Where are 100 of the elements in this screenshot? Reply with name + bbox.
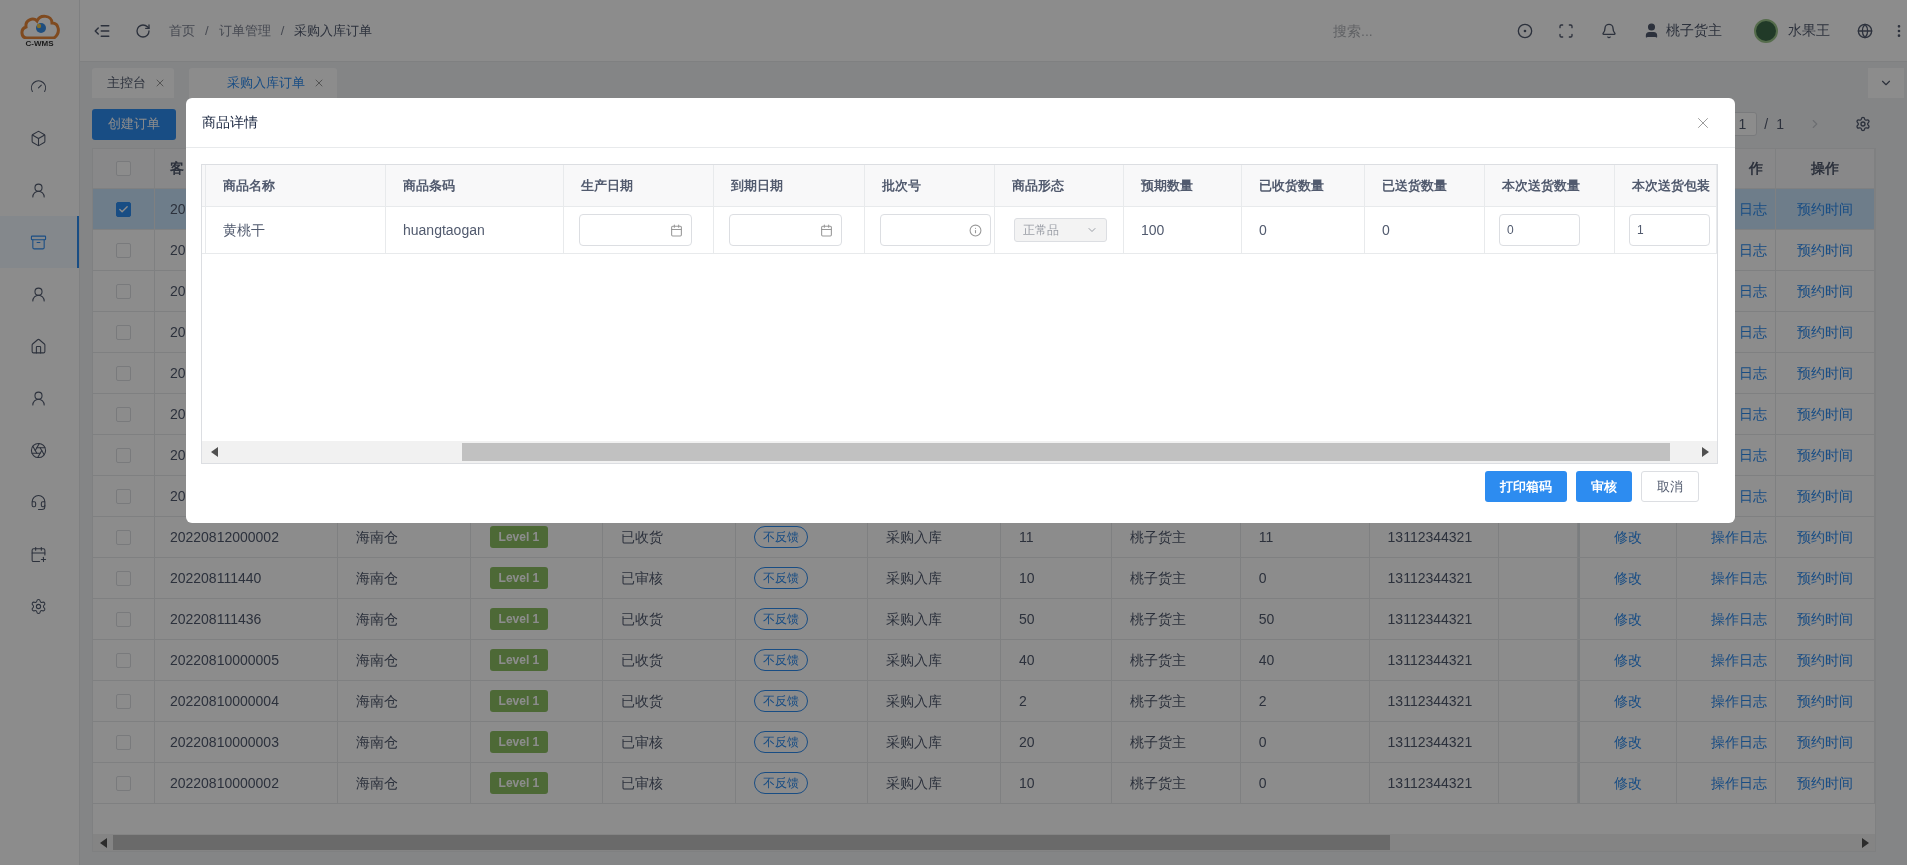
log-link[interactable]: 日志 (1739, 485, 1768, 507)
cell-text: 已收货 (620, 609, 664, 629)
logo-text: C-WMS (25, 39, 54, 48)
scroll-left-icon[interactable] (210, 447, 218, 457)
cell-text: 已收货 (620, 691, 664, 711)
table-row[interactable]: 20220810000003 海南仓 Level 1 已审核 不反馈 采购入库 20 桃子货主 0 13112344321 修改 操作日志 预约时间 (93, 722, 1875, 763)
log-link[interactable]: 日志 (1739, 321, 1768, 343)
log-link[interactable]: 操作日志 (1711, 731, 1768, 753)
horizontal-scrollbar[interactable] (93, 834, 1875, 851)
page-total: 1 (1776, 114, 1784, 134)
globe-icon[interactable] (1857, 22, 1873, 39)
reserve-link[interactable]: 预约时间 (1797, 690, 1854, 712)
batch-field[interactable] (880, 214, 991, 246)
organization-name[interactable]: 水果王 (1788, 20, 1830, 41)
cell-text: 黄桃干 (222, 220, 265, 240)
date-field[interactable] (579, 214, 692, 246)
target-icon[interactable] (1517, 22, 1533, 39)
cell-text: 20 (168, 363, 186, 383)
cell-text: 0 (1381, 220, 1390, 240)
cell-text: 20220810000005 (168, 650, 279, 670)
user-name[interactable]: 桃子货主 (1666, 20, 1722, 41)
page-tab[interactable]: 采购入库订单 (189, 68, 337, 98)
log-link[interactable]: 日志 (1739, 198, 1768, 220)
log-link[interactable]: 操作日志 (1711, 690, 1768, 712)
table-row[interactable]: 202208111440 海南仓 Level 1 已审核 不反馈 采购入库 10 桃子货主 0 13112344321 修改 操作日志 预约时间 (93, 558, 1875, 599)
table-row[interactable]: 202208111436 海南仓 Level 1 已收货 不反馈 采购入库 50 桃子货主 50 13112344321 修改 操作日志 预约时间 (93, 599, 1875, 640)
scroll-left-icon[interactable] (99, 837, 107, 848)
bell-icon[interactable] (1601, 22, 1617, 39)
reserve-link[interactable]: 预约时间 (1797, 239, 1854, 261)
reserve-link[interactable]: 预约时间 (1797, 567, 1854, 589)
log-link[interactable]: 日志 (1739, 280, 1768, 302)
edit-link[interactable]: 修改 (1614, 526, 1643, 548)
reserve-link[interactable]: 预约时间 (1797, 772, 1854, 794)
reserve-link[interactable]: 预约时间 (1797, 444, 1854, 466)
log-link[interactable]: 日志 (1739, 403, 1768, 425)
avatar[interactable] (1754, 18, 1778, 43)
cloud-logo-icon (18, 12, 61, 39)
close-icon[interactable] (154, 77, 166, 89)
cell-text: 桃子货主 (1128, 773, 1186, 793)
cell-text: 20 (1017, 732, 1035, 752)
edit-link[interactable]: 修改 (1614, 690, 1643, 712)
refresh-icon[interactable] (135, 22, 151, 39)
fullscreen-icon[interactable] (1558, 22, 1574, 39)
tabs-dropdown-button[interactable] (1868, 68, 1904, 98)
calendar-icon (820, 223, 833, 237)
log-link[interactable]: 操作日志 (1711, 772, 1768, 794)
log-link[interactable]: 操作日志 (1711, 567, 1768, 589)
reserve-link[interactable]: 预约时间 (1797, 403, 1854, 425)
checkbox[interactable] (115, 201, 131, 217)
log-link[interactable]: 日志 (1739, 362, 1768, 384)
reserve-link[interactable]: 预约时间 (1797, 608, 1854, 630)
page-tab[interactable]: 主控台 (92, 68, 174, 98)
log-link[interactable]: 日志 (1739, 239, 1768, 261)
reserve-link[interactable]: 预约时间 (1797, 485, 1854, 507)
reserve-link[interactable]: 预约时间 (1797, 280, 1854, 302)
breadcrumb-link[interactable]: 采购入库订单 (294, 20, 373, 41)
edit-link[interactable]: 修改 (1614, 772, 1643, 794)
edit-link[interactable]: 修改 (1614, 731, 1643, 753)
dialog-button[interactable]: 取消 (1641, 471, 1699, 502)
quantity-field[interactable]: 1 (1629, 214, 1710, 246)
reserve-link[interactable]: 预约时间 (1797, 649, 1854, 671)
cell-text: 海南仓 (354, 773, 398, 793)
date-field[interactable] (729, 214, 842, 246)
reserve-link[interactable]: 预约时间 (1797, 321, 1854, 343)
edit-link[interactable]: 修改 (1614, 649, 1643, 671)
cell-text: 采购入库 (885, 732, 943, 752)
quantity-field[interactable]: 0 (1499, 214, 1580, 246)
cell-text: 13112344321 (1386, 527, 1473, 547)
scrollbar-thumb[interactable] (462, 443, 1670, 461)
cell-text: 0 (1257, 732, 1267, 752)
cell-text: 20 (168, 445, 186, 465)
cell-text: 202208111436 (168, 609, 262, 629)
scroll-right-icon[interactable] (1701, 447, 1709, 457)
settings-icon[interactable] (1855, 116, 1871, 132)
column-header: 本次送货数量 (1501, 176, 1580, 195)
horizontal-scrollbar[interactable] (202, 441, 1717, 463)
scrollbar-thumb[interactable] (113, 835, 1390, 850)
log-link[interactable]: 日志 (1739, 444, 1768, 466)
log-link[interactable]: 操作日志 (1711, 526, 1768, 548)
log-link[interactable]: 操作日志 (1711, 649, 1768, 671)
dialog-button[interactable]: 打印箱码 (1485, 471, 1567, 502)
edit-link[interactable]: 修改 (1614, 567, 1643, 589)
log-link[interactable]: 操作日志 (1711, 608, 1768, 630)
edit-link[interactable]: 修改 (1614, 608, 1643, 630)
close-icon[interactable] (313, 77, 325, 89)
breadcrumb-link[interactable]: 订单管理 (218, 20, 271, 41)
table-row[interactable]: 20220810000002 海南仓 Level 1 已审核 不反馈 采购入库 10 桃子货主 0 13112344321 修改 操作日志 预约时间 (93, 763, 1875, 804)
create-order-button[interactable]: 创建订单 (92, 108, 176, 140)
table-row[interactable]: 20220810000004 海南仓 Level 1 已收货 不反馈 采购入库 2 桃子货主 2 13112344321 修改 操作日志 预约时间 (93, 681, 1875, 722)
reserve-link[interactable]: 预约时间 (1797, 198, 1854, 220)
cell-text: 采购入库 (885, 650, 943, 670)
reserve-link[interactable]: 预约时间 (1797, 526, 1854, 548)
dialog-button[interactable]: 审核 (1576, 471, 1632, 502)
reserve-link[interactable]: 预约时间 (1797, 731, 1854, 753)
sidebar-item[interactable] (0, 216, 79, 268)
reserve-link[interactable]: 预约时间 (1797, 362, 1854, 384)
breadcrumb-separator: / (205, 21, 209, 40)
table-row[interactable]: 20220810000005 海南仓 Level 1 已收货 不反馈 采购入库 40 桃子货主 40 13112344321 修改 操作日志 预约时间 (93, 640, 1875, 681)
breadcrumb-link[interactable]: 首页 (169, 20, 195, 41)
scroll-right-icon[interactable] (1861, 837, 1869, 848)
